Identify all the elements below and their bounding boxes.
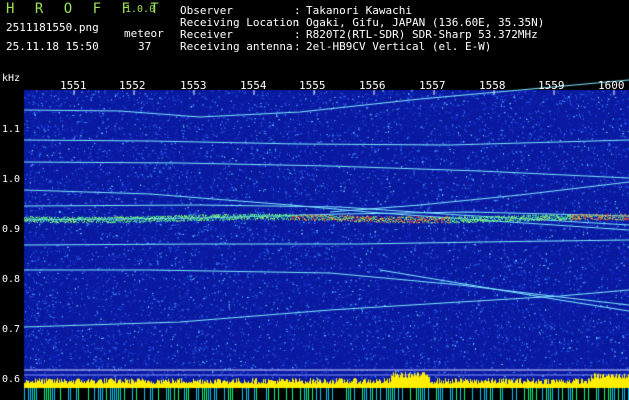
freq-unit-label: kHz	[2, 73, 21, 84]
info-separator: :	[294, 16, 301, 29]
freq-tick: 1.1	[2, 124, 21, 135]
freq-tick: 0.8	[2, 274, 21, 285]
datetime-label: 25.11.18 15:50	[6, 40, 99, 53]
freq-tick: 0.9	[2, 224, 21, 235]
filename-label: 2511181550.png	[6, 21, 99, 34]
info-receiver-label: Receiver	[180, 28, 233, 41]
freq-tick: 0.6	[2, 374, 21, 385]
time-tick: 1557	[419, 79, 446, 92]
time-tick: 1552	[119, 79, 146, 92]
time-tick: 1551	[60, 79, 87, 92]
info-separator: :	[294, 40, 301, 53]
hrofft-window: H R O F F T 1.0.0 2511181550.png 25.11.1…	[0, 0, 629, 400]
time-tick: 1554	[240, 79, 267, 92]
info-antenna-label: Receiving antenna	[180, 40, 293, 53]
time-tick: 1556	[359, 79, 386, 92]
time-tick: 1558	[479, 79, 506, 92]
info-location-label: Receiving Location	[180, 16, 300, 29]
app-version: 1.0.0	[125, 4, 156, 15]
info-observer-label: Observer	[180, 4, 233, 17]
time-tick: 1600	[598, 79, 625, 92]
info-antenna-value: 2el-HB9CV Vertical (el. E-W)	[306, 40, 492, 53]
time-tick: 1559	[538, 79, 565, 92]
time-tick: 1555	[299, 79, 326, 92]
time-tick: 1553	[180, 79, 207, 92]
freq-tick: 0.7	[2, 324, 21, 335]
info-separator: :	[294, 28, 301, 41]
info-receiver-value: R820T2(RTL-SDR) SDR-Sharp 53.372MHz	[306, 28, 538, 41]
spectrogram-canvas	[0, 0, 629, 400]
freq-tick: 1.0	[2, 174, 21, 185]
info-location-value: Ogaki, Gifu, JAPAN (136.60E, 35.35N)	[306, 16, 545, 29]
meteor-label: meteor	[124, 27, 164, 40]
info-observer-value: Takanori Kawachi	[306, 4, 412, 17]
info-separator: :	[294, 4, 301, 17]
meteor-count: 37	[138, 40, 152, 53]
